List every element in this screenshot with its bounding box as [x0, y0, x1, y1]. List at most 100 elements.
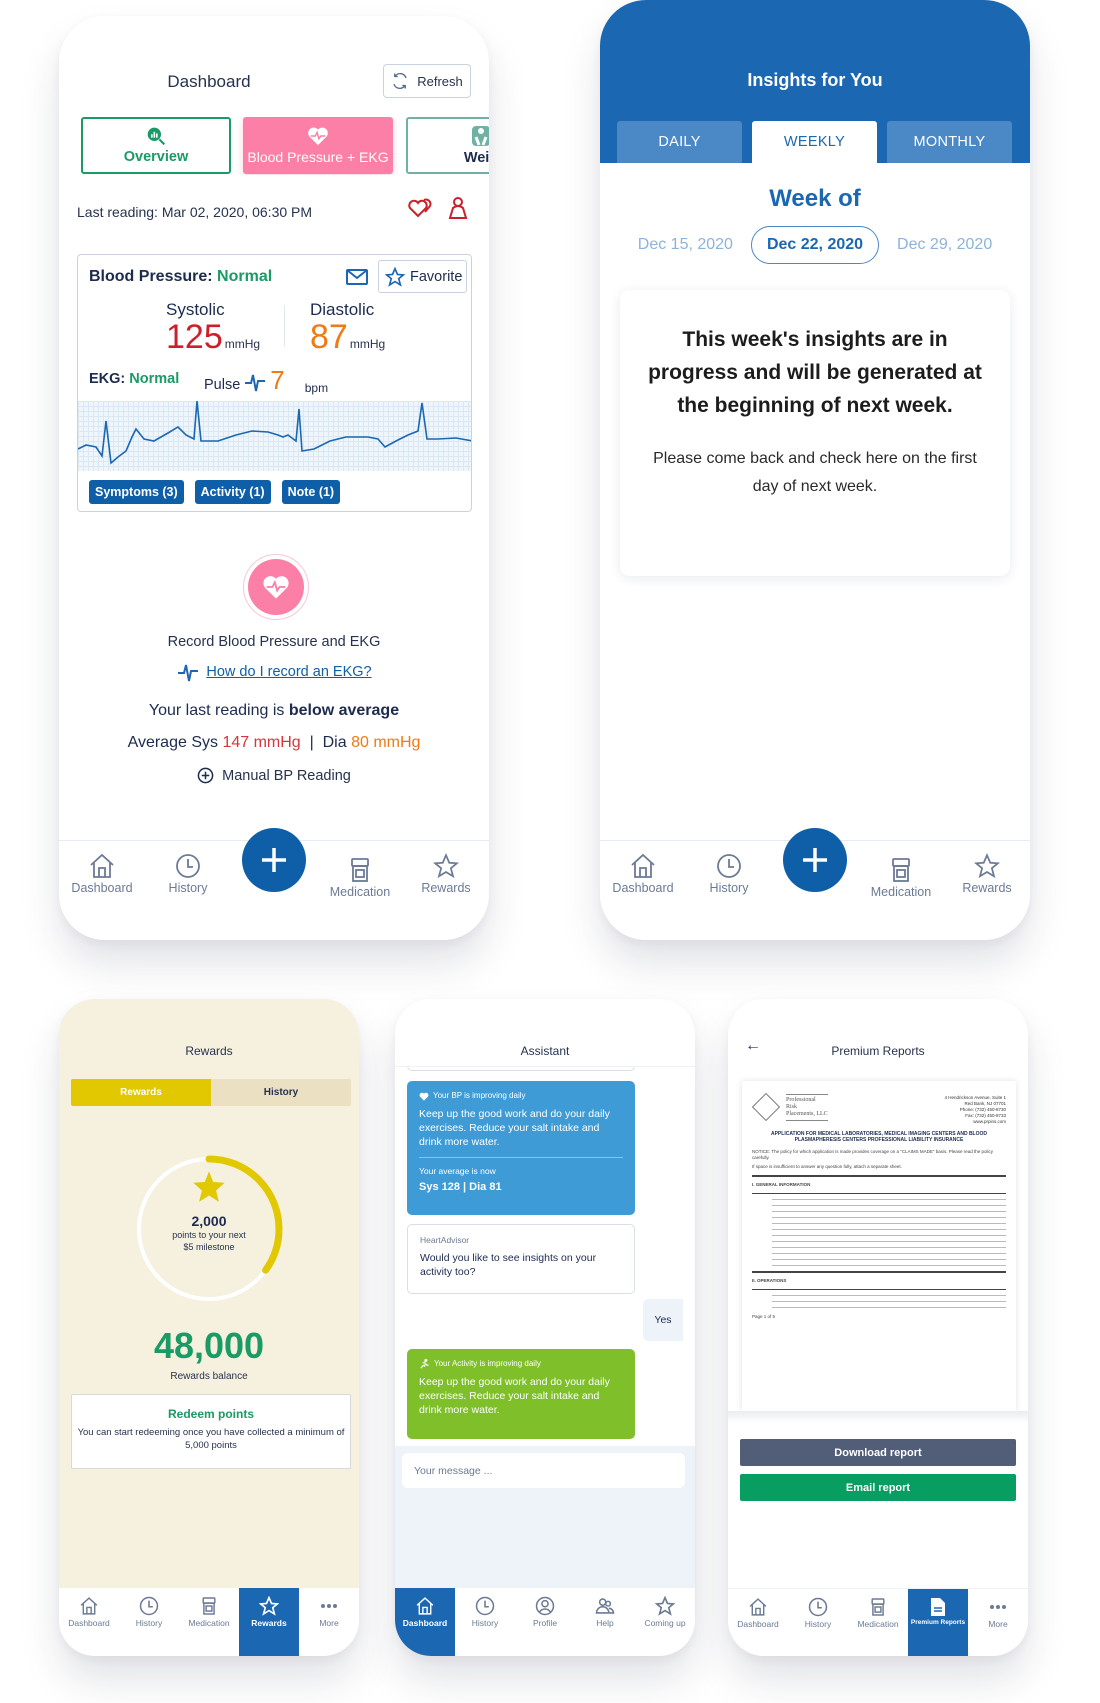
week-option-selected[interactable]: Dec 22, 2020	[750, 226, 880, 264]
manual-bp-reading-button[interactable]: Manual BP Reading	[59, 767, 489, 784]
address-line: www.prpins.com	[973, 1119, 1006, 1124]
page-number: Page 1 of 5	[752, 1314, 776, 1319]
tab-help[interactable]: Help	[575, 1588, 635, 1656]
week-option[interactable]: Dec 15, 2020	[638, 236, 733, 254]
tab-more[interactable]: More	[968, 1589, 1028, 1656]
rule	[772, 1253, 1006, 1254]
plus-icon	[262, 848, 286, 872]
redeem-text: You can start redeeming once you have co…	[77, 1427, 345, 1451]
diastolic-value: 87	[310, 318, 348, 356]
tab-history[interactable]: History	[455, 1588, 515, 1656]
medication-icon	[892, 858, 910, 882]
tab-medication[interactable]: Medication	[317, 841, 403, 940]
segment-history[interactable]: History	[211, 1079, 351, 1106]
home-icon	[631, 853, 655, 878]
rewards-segmented-control: Rewards History	[71, 1079, 351, 1106]
tab-history[interactable]: History	[686, 841, 772, 940]
reading-divider	[284, 305, 285, 347]
star-icon	[432, 853, 460, 879]
tab-label: Blood Pressure + EKG	[247, 149, 389, 165]
tab-medication[interactable]: Medication	[179, 1588, 239, 1656]
tab-weight[interactable]: Weig	[406, 117, 489, 174]
clock-icon	[475, 1596, 495, 1616]
tab-coming-up[interactable]: Coming up	[635, 1588, 695, 1656]
tab-overview[interactable]: Overview	[81, 117, 231, 174]
tab-label: Rewards	[421, 881, 471, 895]
rewards-balance-label: Rewards balance	[170, 1371, 248, 1382]
tab-rewards[interactable]: Rewards	[403, 841, 489, 940]
rule	[772, 1229, 1006, 1230]
email-report-button[interactable]: Email report	[740, 1474, 1016, 1501]
symptoms-tag[interactable]: Symptoms (3)	[89, 480, 184, 504]
document-icon	[931, 1598, 945, 1616]
reading-summary-prefix: Your last reading is	[148, 702, 289, 719]
tab-label: Overview	[123, 149, 189, 165]
systolic-value: 125	[166, 318, 223, 356]
tab-medication[interactable]: Medication	[848, 1589, 908, 1656]
clock-icon	[139, 1596, 159, 1616]
hearts-icon[interactable]	[407, 196, 433, 218]
premium-reports-screen: ← Premium Reports Professional Risk Plac…	[728, 999, 1028, 1656]
message-input[interactable]	[402, 1453, 685, 1488]
star-icon	[193, 1171, 225, 1202]
tab-dashboard[interactable]: Dashboard	[600, 841, 686, 940]
bottom-tab-bar: Dashboard History Profile Help Coming up	[395, 1588, 695, 1656]
tab-rewards[interactable]: Rewards	[944, 841, 1030, 940]
tab-daily[interactable]: DAILY	[617, 121, 742, 163]
tab-label: Help	[596, 1618, 614, 1628]
tab-premium-reports[interactable]: Premium Reports	[908, 1589, 968, 1656]
manual-bp-label: Manual BP Reading	[222, 767, 351, 784]
more-icon	[321, 1604, 337, 1608]
tab-medication[interactable]: Medication	[858, 841, 944, 940]
favorite-button[interactable]: Favorite	[378, 260, 467, 293]
advisor-message: HeartAdvisor Would you like to see insig…	[407, 1224, 635, 1294]
rule	[772, 1295, 1006, 1296]
firm-line: Risk	[786, 1103, 798, 1110]
tab-monthly[interactable]: MONTHLY	[887, 121, 1012, 163]
rule	[752, 1288, 1006, 1290]
points-caption-1: points to your next	[172, 1230, 246, 1240]
refresh-button[interactable]: Refresh	[383, 64, 471, 98]
tab-history[interactable]: History	[788, 1589, 848, 1656]
user-reply: Yes	[643, 1299, 683, 1341]
redeem-points-card[interactable]: Redeem points You can start redeeming on…	[71, 1394, 351, 1469]
add-reading-button[interactable]	[242, 828, 306, 892]
redeem-title: Redeem points	[167, 1407, 254, 1421]
record-bp-ekg-button[interactable]	[243, 554, 309, 620]
download-report-button[interactable]: Download report	[740, 1439, 1016, 1466]
add-reading-button[interactable]	[783, 828, 847, 892]
ekg-status-label: EKG:	[89, 371, 130, 387]
page-title: Dashboard	[167, 72, 251, 91]
refresh-label: Refresh	[417, 73, 463, 89]
dashboard-screen: Dashboard Refresh Overview Blood Pressur…	[59, 16, 489, 940]
tab-weekly[interactable]: WEEKLY	[752, 121, 877, 163]
tab-history[interactable]: History	[145, 841, 231, 940]
week-of-heading: Week of	[769, 185, 861, 212]
favorite-label: Favorite	[410, 268, 463, 285]
report-preview[interactable]: Professional Risk Placements, LLC 4 Hend…	[742, 1081, 1016, 1411]
tab-dashboard[interactable]: Dashboard	[59, 1588, 119, 1656]
ekg-help-link-text[interactable]: How do I record an EKG?	[206, 664, 371, 680]
person-icon[interactable]	[447, 196, 469, 220]
tab-dashboard[interactable]: Dashboard	[395, 1588, 455, 1656]
tab-dashboard[interactable]: Dashboard	[59, 841, 145, 940]
bp-status-value: Normal	[217, 268, 273, 285]
tab-blood-pressure-ekg[interactable]: Blood Pressure + EKG	[243, 117, 393, 174]
mail-icon[interactable]	[346, 268, 368, 286]
week-option[interactable]: Dec 29, 2020	[897, 236, 992, 254]
tab-rewards[interactable]: Rewards	[239, 1588, 299, 1656]
note-tag[interactable]: Note (1)	[281, 480, 341, 504]
segment-rewards[interactable]: Rewards	[71, 1079, 211, 1106]
ekg-help-link[interactable]: How do I record an EKG?	[59, 661, 489, 683]
tab-profile[interactable]: Profile	[515, 1588, 575, 1656]
tab-label: Premium Reports	[910, 1619, 966, 1626]
reading-summary-result: below average	[288, 702, 400, 719]
activity-insight-card: Your Activity is improving daily Keep up…	[407, 1349, 635, 1439]
tab-dashboard[interactable]: Dashboard	[728, 1589, 788, 1656]
tab-more[interactable]: More	[299, 1588, 359, 1656]
bp-reading-card[interactable]: Blood Pressure: Normal Favorite Systolic…	[77, 254, 472, 512]
tab-history[interactable]: History	[119, 1588, 179, 1656]
activity-tag[interactable]: Activity (1)	[194, 480, 271, 504]
tab-label: Medication	[188, 1618, 230, 1628]
tab-label: Rewards	[251, 1618, 287, 1628]
